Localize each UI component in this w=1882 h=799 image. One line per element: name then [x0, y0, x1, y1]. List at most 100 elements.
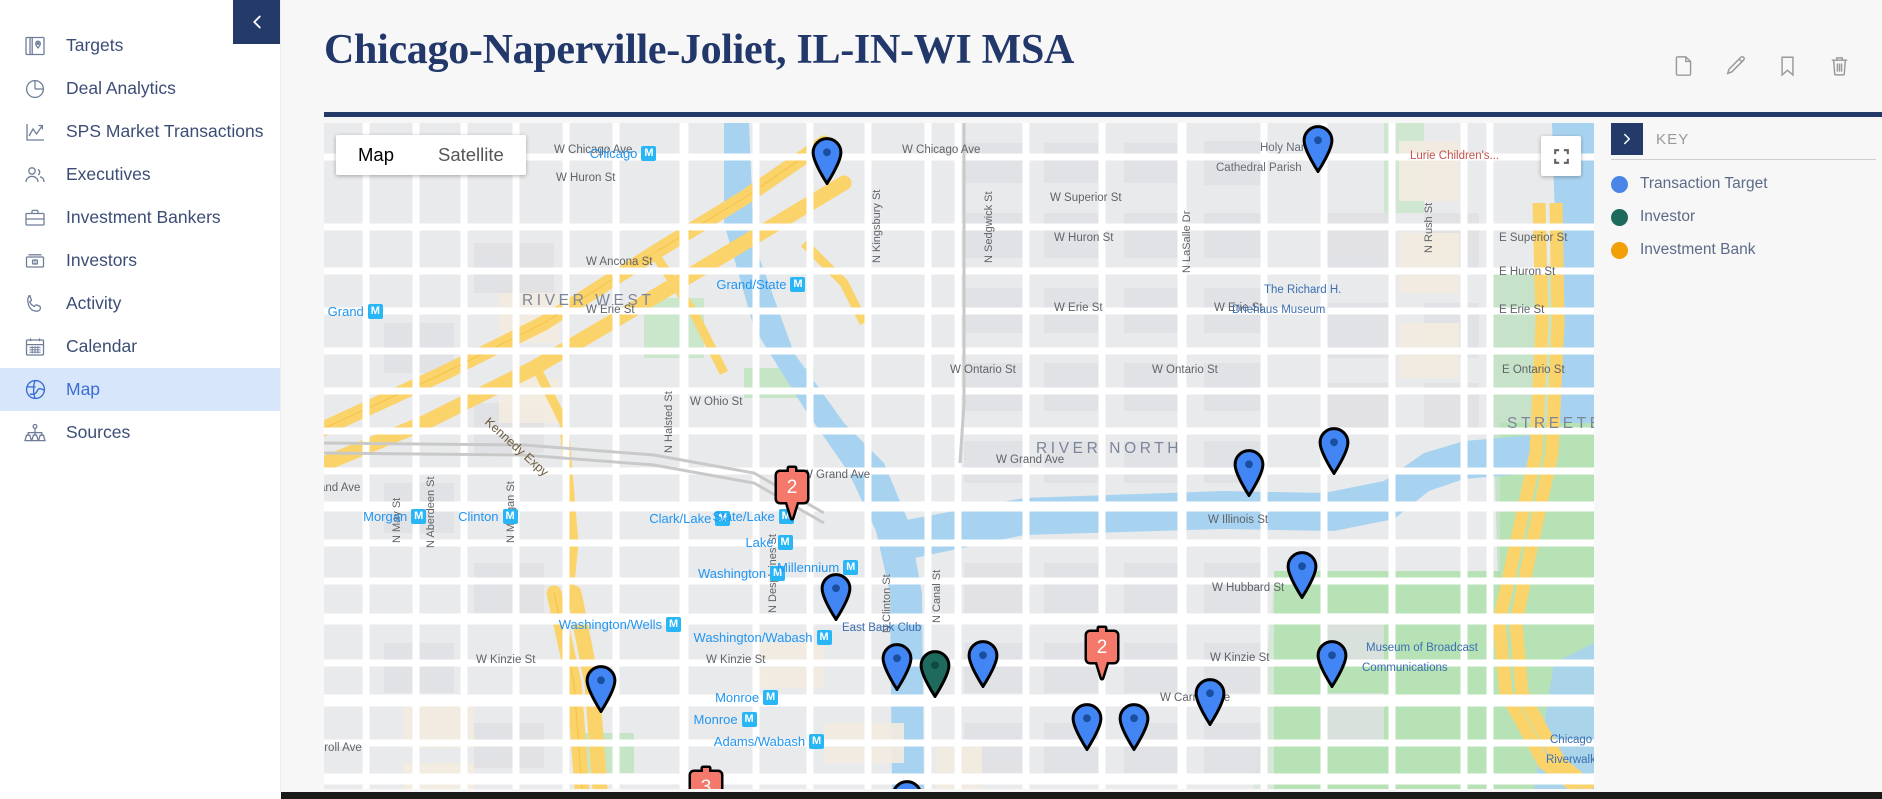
map-pin-investor[interactable] [918, 650, 952, 703]
pin-icon [1118, 703, 1150, 753]
key-color-dot [1611, 208, 1628, 226]
key-items: Transaction Target Investor Investment Ban… [1611, 175, 1882, 259]
map-pin-target[interactable] [1285, 551, 1319, 604]
calendar-icon [18, 332, 52, 362]
bookmark-icon[interactable] [1775, 53, 1800, 79]
key-item[interactable]: Transaction Target [1611, 175, 1882, 193]
sidebar-item-map[interactable]: Map [0, 368, 280, 411]
svg-text:N Rush St: N Rush St [1423, 203, 1435, 253]
svg-text:Museum of Broadcast: Museum of Broadcast [1366, 642, 1479, 654]
sidebar-item-label: Targets [66, 35, 124, 55]
sidebar-item-deal-analytics[interactable]: Deal Analytics [0, 67, 280, 110]
svg-text:W Superior St: W Superior St [1050, 192, 1122, 204]
pin-icon [1194, 678, 1226, 728]
key-item[interactable]: Investment Bank [1611, 241, 1882, 259]
sidebar-item-activity[interactable]: Activity [0, 282, 280, 325]
page-header: Chicago-Naperville-Joliet, IL-IN-WI MSA [281, 0, 1882, 117]
map-canvas[interactable]: .road { stroke:#ffffff; fill:none; } .hw… [324, 123, 1594, 789]
sidebar-item-label: Sources [66, 422, 131, 442]
map-type-control[interactable]: Map Satellite [336, 135, 526, 175]
svg-text:W Huron St: W Huron St [556, 172, 616, 184]
map-pin-target[interactable] [810, 137, 844, 190]
svg-text:N May St: N May St [391, 498, 403, 543]
sidebar-item-sources[interactable]: Sources [0, 411, 280, 454]
key-header: KEY [1611, 123, 1882, 155]
pin-icon [881, 643, 913, 693]
people-icon [18, 160, 52, 190]
key-toggle-button[interactable] [1611, 123, 1643, 155]
svg-text:N Aberdeen St: N Aberdeen St [425, 476, 437, 548]
sidebar-item-sps-market-transactions[interactable]: SPS Market Transactions [0, 110, 280, 153]
svg-text:W Ancona St: W Ancona St [586, 256, 653, 268]
map-pin-target[interactable] [1232, 449, 1266, 502]
key-item-label: Investment Bank [1640, 241, 1756, 258]
sidebar-nav: Targets Deal Analytics SPS Market Transa… [0, 24, 280, 454]
map-pin-target[interactable] [819, 573, 853, 626]
page-title: Chicago-Naperville-Joliet, IL-IN-WI MSA [324, 27, 1075, 73]
cluster-icon: 2 [774, 465, 810, 521]
map-pin-target[interactable] [584, 665, 618, 718]
map-cluster-marker[interactable]: 2 [769, 465, 815, 528]
map-container[interactable]: .road { stroke:#ffffff; fill:none; } .hw… [324, 123, 1594, 789]
targets-book-icon [18, 31, 52, 61]
map-pin-target[interactable] [1117, 703, 1151, 756]
svg-text:Cathedral Parish: Cathedral Parish [1216, 162, 1302, 174]
edit-pencil-icon[interactable] [1723, 53, 1748, 79]
svg-text:E Erie St: E Erie St [1499, 304, 1545, 316]
svg-text:STREETERVILLE: STREETERVILLE [1507, 415, 1594, 432]
pin-icon [1318, 427, 1350, 477]
map-cluster-marker[interactable]: 3 [683, 765, 729, 789]
globe-icon [18, 375, 52, 405]
map-pin-target[interactable] [966, 640, 1000, 693]
fullscreen-button[interactable] [1541, 136, 1581, 176]
pin-icon [1302, 125, 1334, 175]
map-type-option-satellite[interactable]: Satellite [416, 135, 526, 175]
pin-icon [1286, 551, 1318, 601]
pin-icon [585, 665, 617, 715]
svg-text:East Bank Club: East Bank Club [842, 622, 921, 634]
header-actions [1671, 53, 1852, 79]
document-icon[interactable] [1671, 53, 1696, 79]
bottom-scrollbar[interactable] [0, 792, 1882, 799]
svg-text:N Desplaines St: N Desplaines St [767, 534, 779, 613]
chevron-right-icon [1624, 133, 1630, 145]
key-color-dot [1611, 241, 1628, 259]
svg-text:W Chicago Ave: W Chicago Ave [902, 144, 980, 156]
map-pin-target[interactable] [1193, 678, 1227, 731]
map-pin-target[interactable] [1301, 125, 1335, 178]
sidebar-item-investment-bankers[interactable]: Investment Bankers [0, 196, 280, 239]
sidebar-item-label: SPS Market Transactions [66, 121, 264, 141]
map-type-option-map[interactable]: Map [336, 135, 416, 175]
map-pin-target[interactable] [1070, 703, 1104, 756]
key-item[interactable]: Investor [1611, 208, 1882, 226]
sidebar-item-calendar[interactable]: Calendar [0, 325, 280, 368]
map-pin-target[interactable] [880, 643, 914, 696]
pin-icon [893, 780, 921, 789]
pin-icon [820, 573, 852, 623]
svg-text:3: 3 [701, 777, 712, 789]
svg-text:Lurie Children's...: Lurie Children's... [1410, 150, 1499, 162]
sidebar-collapse-button[interactable] [233, 0, 280, 44]
pin-icon [1316, 640, 1348, 690]
svg-text:W Kinzie St: W Kinzie St [1210, 652, 1270, 664]
svg-text:N Morgan St: N Morgan St [505, 481, 517, 543]
sidebar-item-investors[interactable]: $ Investors [0, 239, 280, 282]
svg-text:Driehaus Museum: Driehaus Museum [1232, 304, 1325, 316]
svg-text:arroll Ave: arroll Ave [324, 742, 362, 754]
svg-text:RIVER WEST: RIVER WEST [522, 292, 654, 309]
sidebar-item-executives[interactable]: Executives [0, 153, 280, 196]
sidebar-item-label: Calendar [66, 336, 138, 356]
svg-text:Chicago: Chicago [1550, 734, 1592, 746]
map-pin-target[interactable] [1317, 427, 1351, 480]
svg-text:W Huron St: W Huron St [1054, 232, 1114, 244]
money-icon: $ [18, 246, 52, 276]
map-cluster-marker[interactable]: 2 [1079, 625, 1125, 688]
map-tiles: .road { stroke:#ffffff; fill:none; } .hw… [324, 123, 1594, 789]
svg-text:and Ave: and Ave [324, 482, 360, 494]
svg-text:W Illinois St: W Illinois St [1208, 514, 1269, 526]
map-pin-target[interactable] [1315, 640, 1349, 693]
main-content: Chicago-Naperville-Joliet, IL-IN-WI MSA [281, 0, 1882, 799]
map-pin-target[interactable] [890, 780, 924, 789]
svg-text:Riverwalk: Riverwalk [1546, 754, 1594, 766]
trash-icon[interactable] [1827, 53, 1852, 79]
